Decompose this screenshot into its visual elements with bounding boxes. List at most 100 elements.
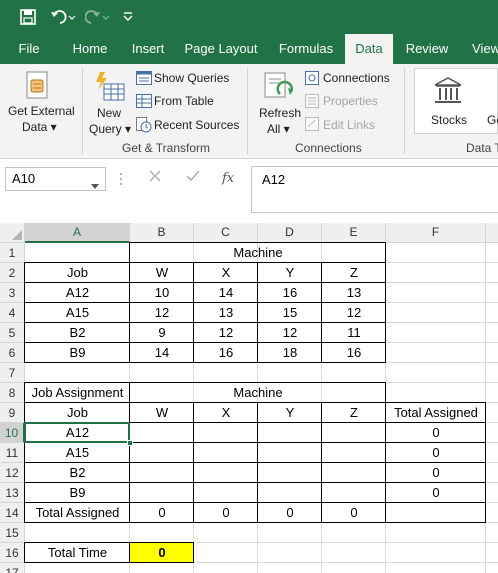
cell-col-total-assigned[interactable]: 0 xyxy=(194,503,258,523)
stocks-icon[interactable] xyxy=(433,77,463,108)
new-query-label-2[interactable]: Query ▾ xyxy=(89,122,131,136)
connections-icon[interactable] xyxy=(305,71,319,88)
redo-icon[interactable] xyxy=(85,6,111,28)
row-header-15[interactable]: 15 xyxy=(0,523,25,543)
column-header-e[interactable]: E xyxy=(322,223,386,243)
cell-cost-value[interactable]: 12 xyxy=(322,303,386,323)
new-query-icon[interactable] xyxy=(92,70,126,104)
row-header-17[interactable]: 17 xyxy=(0,563,25,573)
cell-cost-value[interactable]: 9 xyxy=(130,323,194,343)
cell-row-total-assigned[interactable]: 0 xyxy=(386,483,486,503)
save-icon[interactable] xyxy=(20,6,36,28)
cell-job-a12[interactable]: A12 xyxy=(25,283,130,303)
cell-row-total-assigned[interactable]: 0 xyxy=(386,463,486,483)
row-header-13[interactable]: 13 xyxy=(0,483,25,503)
cell-job-assignment-header[interactable]: Job Assignment xyxy=(25,383,130,403)
stocks-button[interactable]: Stocks xyxy=(431,113,467,127)
cell-cost-value[interactable]: 18 xyxy=(258,343,322,363)
cell-job-header[interactable]: Job xyxy=(25,263,130,283)
from-table-icon[interactable] xyxy=(136,94,152,111)
get-external-data-icon[interactable] xyxy=(22,70,52,100)
get-external-data-label[interactable]: Get External xyxy=(8,104,75,118)
cell-cost-value[interactable]: 13 xyxy=(322,283,386,303)
cell-machine-y[interactable]: Y xyxy=(258,263,322,283)
row-header-1[interactable]: 1 xyxy=(0,243,25,263)
cell-assign-machine-y[interactable]: Y xyxy=(258,403,322,423)
show-queries-button[interactable]: Show Queries xyxy=(154,71,229,85)
refresh-all-icon[interactable] xyxy=(262,70,296,107)
fill-handle[interactable] xyxy=(127,440,133,446)
cell-machine-w[interactable]: W xyxy=(130,263,194,283)
formula-input[interactable]: A12 xyxy=(251,166,498,213)
cell-cost-value[interactable]: 12 xyxy=(194,323,258,343)
column-header-f[interactable]: F xyxy=(386,223,486,243)
name-box-dropdown-icon[interactable] xyxy=(91,176,99,194)
cell-machine-x[interactable]: X xyxy=(194,263,258,283)
row-header-9[interactable]: 9 xyxy=(0,403,25,423)
tab-page-layout[interactable]: Page Layout xyxy=(183,34,259,64)
edit-links-button[interactable]: Edit Links xyxy=(323,118,375,132)
column-header-d[interactable]: D xyxy=(258,223,322,243)
cell-total-assigned-header[interactable]: Total Assigned xyxy=(386,403,486,423)
refresh-all-label-2[interactable]: All ▾ xyxy=(267,122,290,136)
geography-button[interactable]: Ge xyxy=(487,113,498,127)
cell-job-b2[interactable]: B2 xyxy=(25,323,130,343)
row-header-10[interactable]: 10 xyxy=(0,423,25,443)
cell-machine-header[interactable]: Machine xyxy=(130,243,386,263)
row-header-7[interactable]: 7 xyxy=(0,363,25,383)
cell-cost-value[interactable]: 14 xyxy=(130,343,194,363)
row-header-2[interactable]: 2 xyxy=(0,263,25,283)
cell-machine-header-2[interactable]: Machine xyxy=(130,383,386,403)
row-header-12[interactable]: 12 xyxy=(0,463,25,483)
cell-assign-job-b9[interactable]: B9 xyxy=(25,483,130,503)
row-header-5[interactable]: 5 xyxy=(0,323,25,343)
cell-job-a15[interactable]: A15 xyxy=(25,303,130,323)
cell-assign-machine-x[interactable]: X xyxy=(194,403,258,423)
tab-formulas[interactable]: Formulas xyxy=(273,34,339,64)
cell-job-header-2[interactable]: Job xyxy=(25,403,130,423)
row-header-14[interactable]: 14 xyxy=(0,503,25,523)
cell-cost-value[interactable]: 10 xyxy=(130,283,194,303)
tab-home[interactable]: Home xyxy=(66,34,114,64)
cell-row-total-assigned[interactable]: 0 xyxy=(386,443,486,463)
row-header-16[interactable]: 16 xyxy=(0,543,25,563)
cell-cost-value[interactable]: 14 xyxy=(194,283,258,303)
cell-cost-value[interactable]: 13 xyxy=(194,303,258,323)
edit-links-icon[interactable] xyxy=(305,117,319,134)
tab-file[interactable]: File xyxy=(8,34,50,64)
cell-cost-value[interactable]: 16 xyxy=(258,283,322,303)
get-external-data-label-2[interactable]: Data ▾ xyxy=(22,120,57,134)
cell-col-total-assigned[interactable]: 0 xyxy=(322,503,386,523)
enter-icon[interactable] xyxy=(185,167,201,191)
new-query-label[interactable]: New xyxy=(97,106,121,120)
cell-cost-value[interactable]: 11 xyxy=(322,323,386,343)
select-all-icon[interactable] xyxy=(12,230,22,240)
properties-button[interactable]: Properties xyxy=(323,94,378,108)
tab-insert[interactable]: Insert xyxy=(126,34,170,64)
cell-total-assigned-row-label[interactable]: Total Assigned xyxy=(25,503,130,523)
tab-review[interactable]: Review xyxy=(403,34,451,64)
column-header-b[interactable]: B xyxy=(130,223,194,243)
cell-total-time-value[interactable]: 0 xyxy=(130,543,194,563)
insert-function-icon[interactable]: fx xyxy=(222,167,234,191)
cell-cost-value[interactable]: 12 xyxy=(130,303,194,323)
cell-cost-value[interactable]: 16 xyxy=(322,343,386,363)
cell-assign-job-b2[interactable]: B2 xyxy=(25,463,130,483)
column-header-a[interactable]: A xyxy=(25,223,130,243)
cell-assign-job-a15[interactable]: A15 xyxy=(25,443,130,463)
tab-data[interactable]: Data xyxy=(345,34,393,64)
refresh-all-label[interactable]: Refresh xyxy=(259,106,301,120)
active-cell-selection[interactable] xyxy=(24,422,130,443)
cell-cost-value[interactable]: 16 xyxy=(194,343,258,363)
properties-icon[interactable] xyxy=(305,94,319,111)
worksheet-grid[interactable]: A B C D E F 1 2 3 4 5 6 7 8 9 10 11 12 13 14 15 16 17 Machine Jo… xyxy=(0,223,498,573)
undo-icon[interactable] xyxy=(50,6,76,28)
recent-sources-icon[interactable] xyxy=(136,117,152,136)
cell-col-total-assigned[interactable]: 0 xyxy=(130,503,194,523)
cell-cost-value[interactable]: 12 xyxy=(258,323,322,343)
row-header-4[interactable]: 4 xyxy=(0,303,25,323)
connections-button[interactable]: Connections xyxy=(323,71,390,85)
cell-row-total-assigned[interactable]: 0 xyxy=(386,423,486,443)
row-header-6[interactable]: 6 xyxy=(0,343,25,363)
tab-view[interactable]: View xyxy=(466,34,498,64)
